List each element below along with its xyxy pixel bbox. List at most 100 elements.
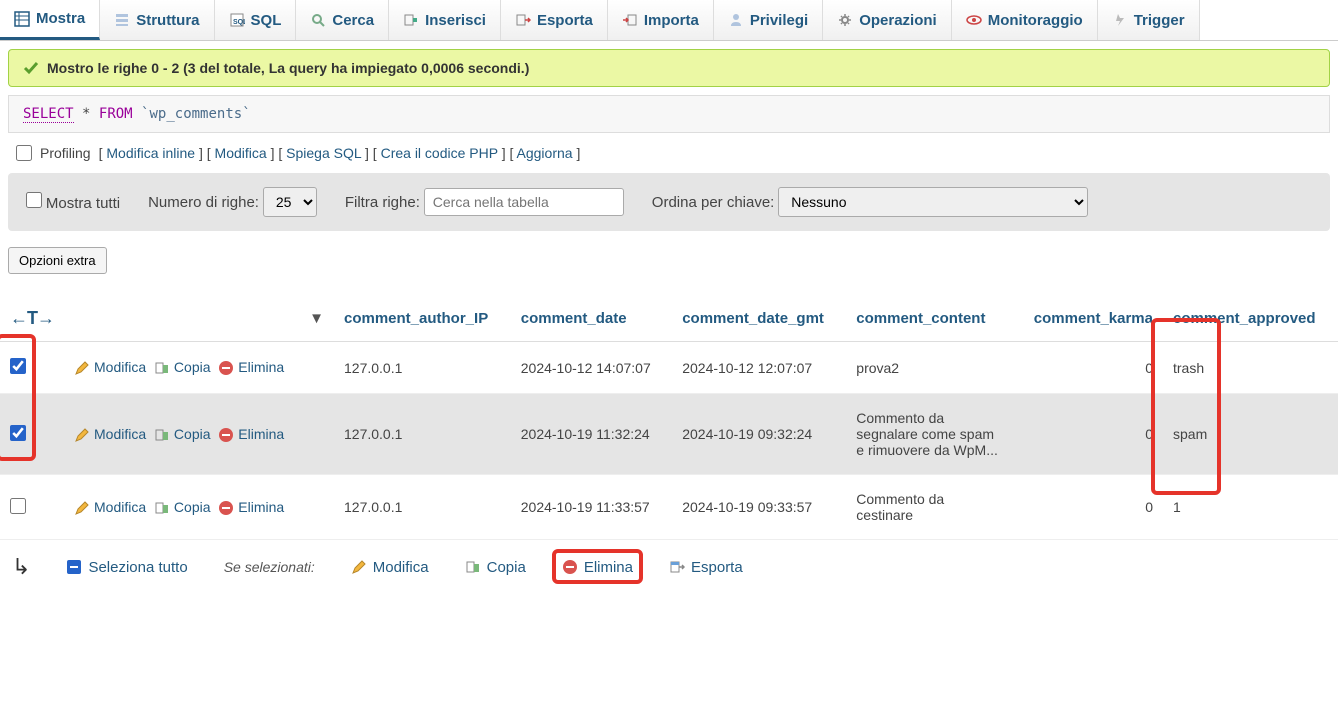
tracking-icon (966, 12, 982, 28)
row-edit-link[interactable]: Modifica (74, 359, 146, 376)
col-header[interactable]: comment_date (511, 296, 672, 342)
bulk-edit-button[interactable]: Modifica (351, 559, 429, 576)
bulk-export-label: Esporta (691, 559, 743, 576)
cell-date: 2024-10-12 14:07:07 (511, 342, 672, 394)
pencil-icon (74, 359, 90, 376)
tab-import[interactable]: Importa (608, 0, 714, 40)
profiling-bar: Profiling [ Modifica inline ] [ Modifica… (8, 141, 1330, 165)
delete-icon (218, 425, 234, 442)
table-header-row: ←T→ ▼ comment_author_IP comment_date com… (0, 296, 1338, 342)
cell-gmt: 2024-10-19 09:33:57 (672, 475, 846, 540)
extra-options-button[interactable]: Opzioni extra (8, 247, 107, 274)
link-edit-inline[interactable]: Modifica inline (106, 145, 195, 161)
checkbox-minus-icon (66, 559, 82, 575)
sql-select: SELECT (23, 106, 74, 123)
row-copy-link[interactable]: Copia (154, 498, 211, 515)
sort-select[interactable]: Nessuno (778, 187, 1088, 217)
tab-operations[interactable]: Operazioni (823, 0, 952, 40)
link-refresh[interactable]: Aggiorna (517, 145, 573, 161)
tab-label: Monitoraggio (988, 12, 1083, 29)
link-php[interactable]: Crea il codice PHP (381, 145, 498, 161)
row-delete-link[interactable]: Elimina (218, 425, 284, 442)
pencil-icon (351, 559, 367, 575)
select-all-link[interactable]: Seleziona tutto (66, 559, 187, 576)
bulk-copy-button[interactable]: Copia (465, 559, 526, 576)
success-text: Mostro le righe 0 - 2 (3 del totale, La … (47, 60, 529, 76)
tab-label: Operazioni (859, 12, 937, 29)
tab-triggers[interactable]: Trigger (1098, 0, 1200, 40)
cell-ip: 127.0.0.1 (334, 475, 511, 540)
sort-indicator-icon[interactable]: ▼ (309, 310, 324, 327)
tab-search[interactable]: Cerca (296, 0, 389, 40)
tab-label: Struttura (136, 12, 199, 29)
tab-sql[interactable]: SQL SQL (215, 0, 297, 40)
col-header[interactable]: comment_author_IP (334, 296, 511, 342)
select-all-label: Seleziona tutto (88, 559, 187, 576)
structure-icon (114, 12, 130, 28)
insert-icon (403, 12, 419, 28)
rows-select[interactable]: 25 (263, 187, 317, 217)
row-delete-link[interactable]: Elimina (218, 359, 284, 376)
show-all-label: Mostra tutti (46, 195, 120, 212)
tab-structure[interactable]: Struttura (100, 0, 214, 40)
cell-approved: 1 (1163, 475, 1338, 540)
tab-tracking[interactable]: Monitoraggio (952, 0, 1098, 40)
row-copy-link[interactable]: Copia (154, 425, 211, 442)
check-icon (23, 60, 39, 76)
bulk-delete-button[interactable]: Elimina (562, 559, 633, 576)
table-row: Modifica Copia Elimina127.0.0.12024-10-1… (0, 394, 1338, 475)
sort-label: Ordina per chiave: (652, 194, 775, 211)
column-nav-arrows[interactable]: ←T→ (10, 308, 54, 328)
filter-label: Filtra righe: (345, 194, 420, 211)
row-checkbox[interactable] (10, 425, 26, 441)
show-all-checkbox[interactable] (26, 192, 42, 208)
bulk-arrow-icon: ↳ (12, 554, 30, 580)
link-edit[interactable]: Modifica (215, 145, 267, 161)
bulk-copy-label: Copia (487, 559, 526, 576)
bulk-edit-label: Modifica (373, 559, 429, 576)
sql-icon: SQL (229, 12, 245, 28)
tab-label: Cerca (332, 12, 374, 29)
import-icon (622, 12, 638, 28)
bulk-delete-label: Elimina (584, 559, 633, 576)
sql-from: FROM (99, 106, 133, 122)
filter-input[interactable] (424, 188, 624, 216)
row-checkbox[interactable] (10, 498, 26, 514)
link-explain[interactable]: Spiega SQL (286, 145, 361, 161)
row-checkbox[interactable] (10, 358, 26, 374)
col-header[interactable]: comment_content (846, 296, 1013, 342)
controls-bar: Mostra tutti Numero di righe: 25 Filtra … (8, 173, 1330, 231)
if-selected-label: Se selezionati: (224, 559, 315, 575)
delete-icon (218, 498, 234, 515)
browse-icon (14, 11, 30, 27)
sql-table: `wp_comments` (141, 106, 251, 122)
tab-privileges[interactable]: Privilegi (714, 0, 823, 40)
cell-approved: trash (1163, 342, 1338, 394)
cell-approved: spam (1163, 394, 1338, 475)
cell-content: prova2 (846, 342, 1013, 394)
copy-icon (465, 559, 481, 575)
export-icon (515, 12, 531, 28)
tab-browse[interactable]: Mostra (0, 0, 100, 40)
delete-icon (562, 559, 578, 575)
tab-label: SQL (251, 12, 282, 29)
tab-export[interactable]: Esporta (501, 0, 608, 40)
table-row: Modifica Copia Elimina127.0.0.12024-10-1… (0, 342, 1338, 394)
cell-date: 2024-10-19 11:32:24 (511, 394, 672, 475)
row-edit-link[interactable]: Modifica (74, 498, 146, 515)
row-delete-link[interactable]: Elimina (218, 498, 284, 515)
tab-label: Trigger (1134, 12, 1185, 29)
row-edit-link[interactable]: Modifica (74, 425, 146, 442)
sql-query-box: SELECT * FROM `wp_comments` (8, 95, 1330, 133)
col-header[interactable]: comment_date_gmt (672, 296, 846, 342)
row-copy-link[interactable]: Copia (154, 359, 211, 376)
tab-insert[interactable]: Inserisci (389, 0, 501, 40)
profiling-checkbox[interactable] (16, 145, 32, 161)
top-tabs: Mostra Struttura SQL SQL Cerca Inserisci… (0, 0, 1338, 41)
bulk-export-button[interactable]: Esporta (669, 559, 743, 576)
col-header[interactable]: comment_karma (1013, 296, 1163, 342)
rows-label: Numero di righe: (148, 194, 259, 211)
col-header[interactable]: comment_approved (1163, 296, 1338, 342)
cell-content: Commento da segnalare come spam e rimuov… (846, 394, 1013, 475)
success-banner: Mostro le righe 0 - 2 (3 del totale, La … (8, 49, 1330, 87)
